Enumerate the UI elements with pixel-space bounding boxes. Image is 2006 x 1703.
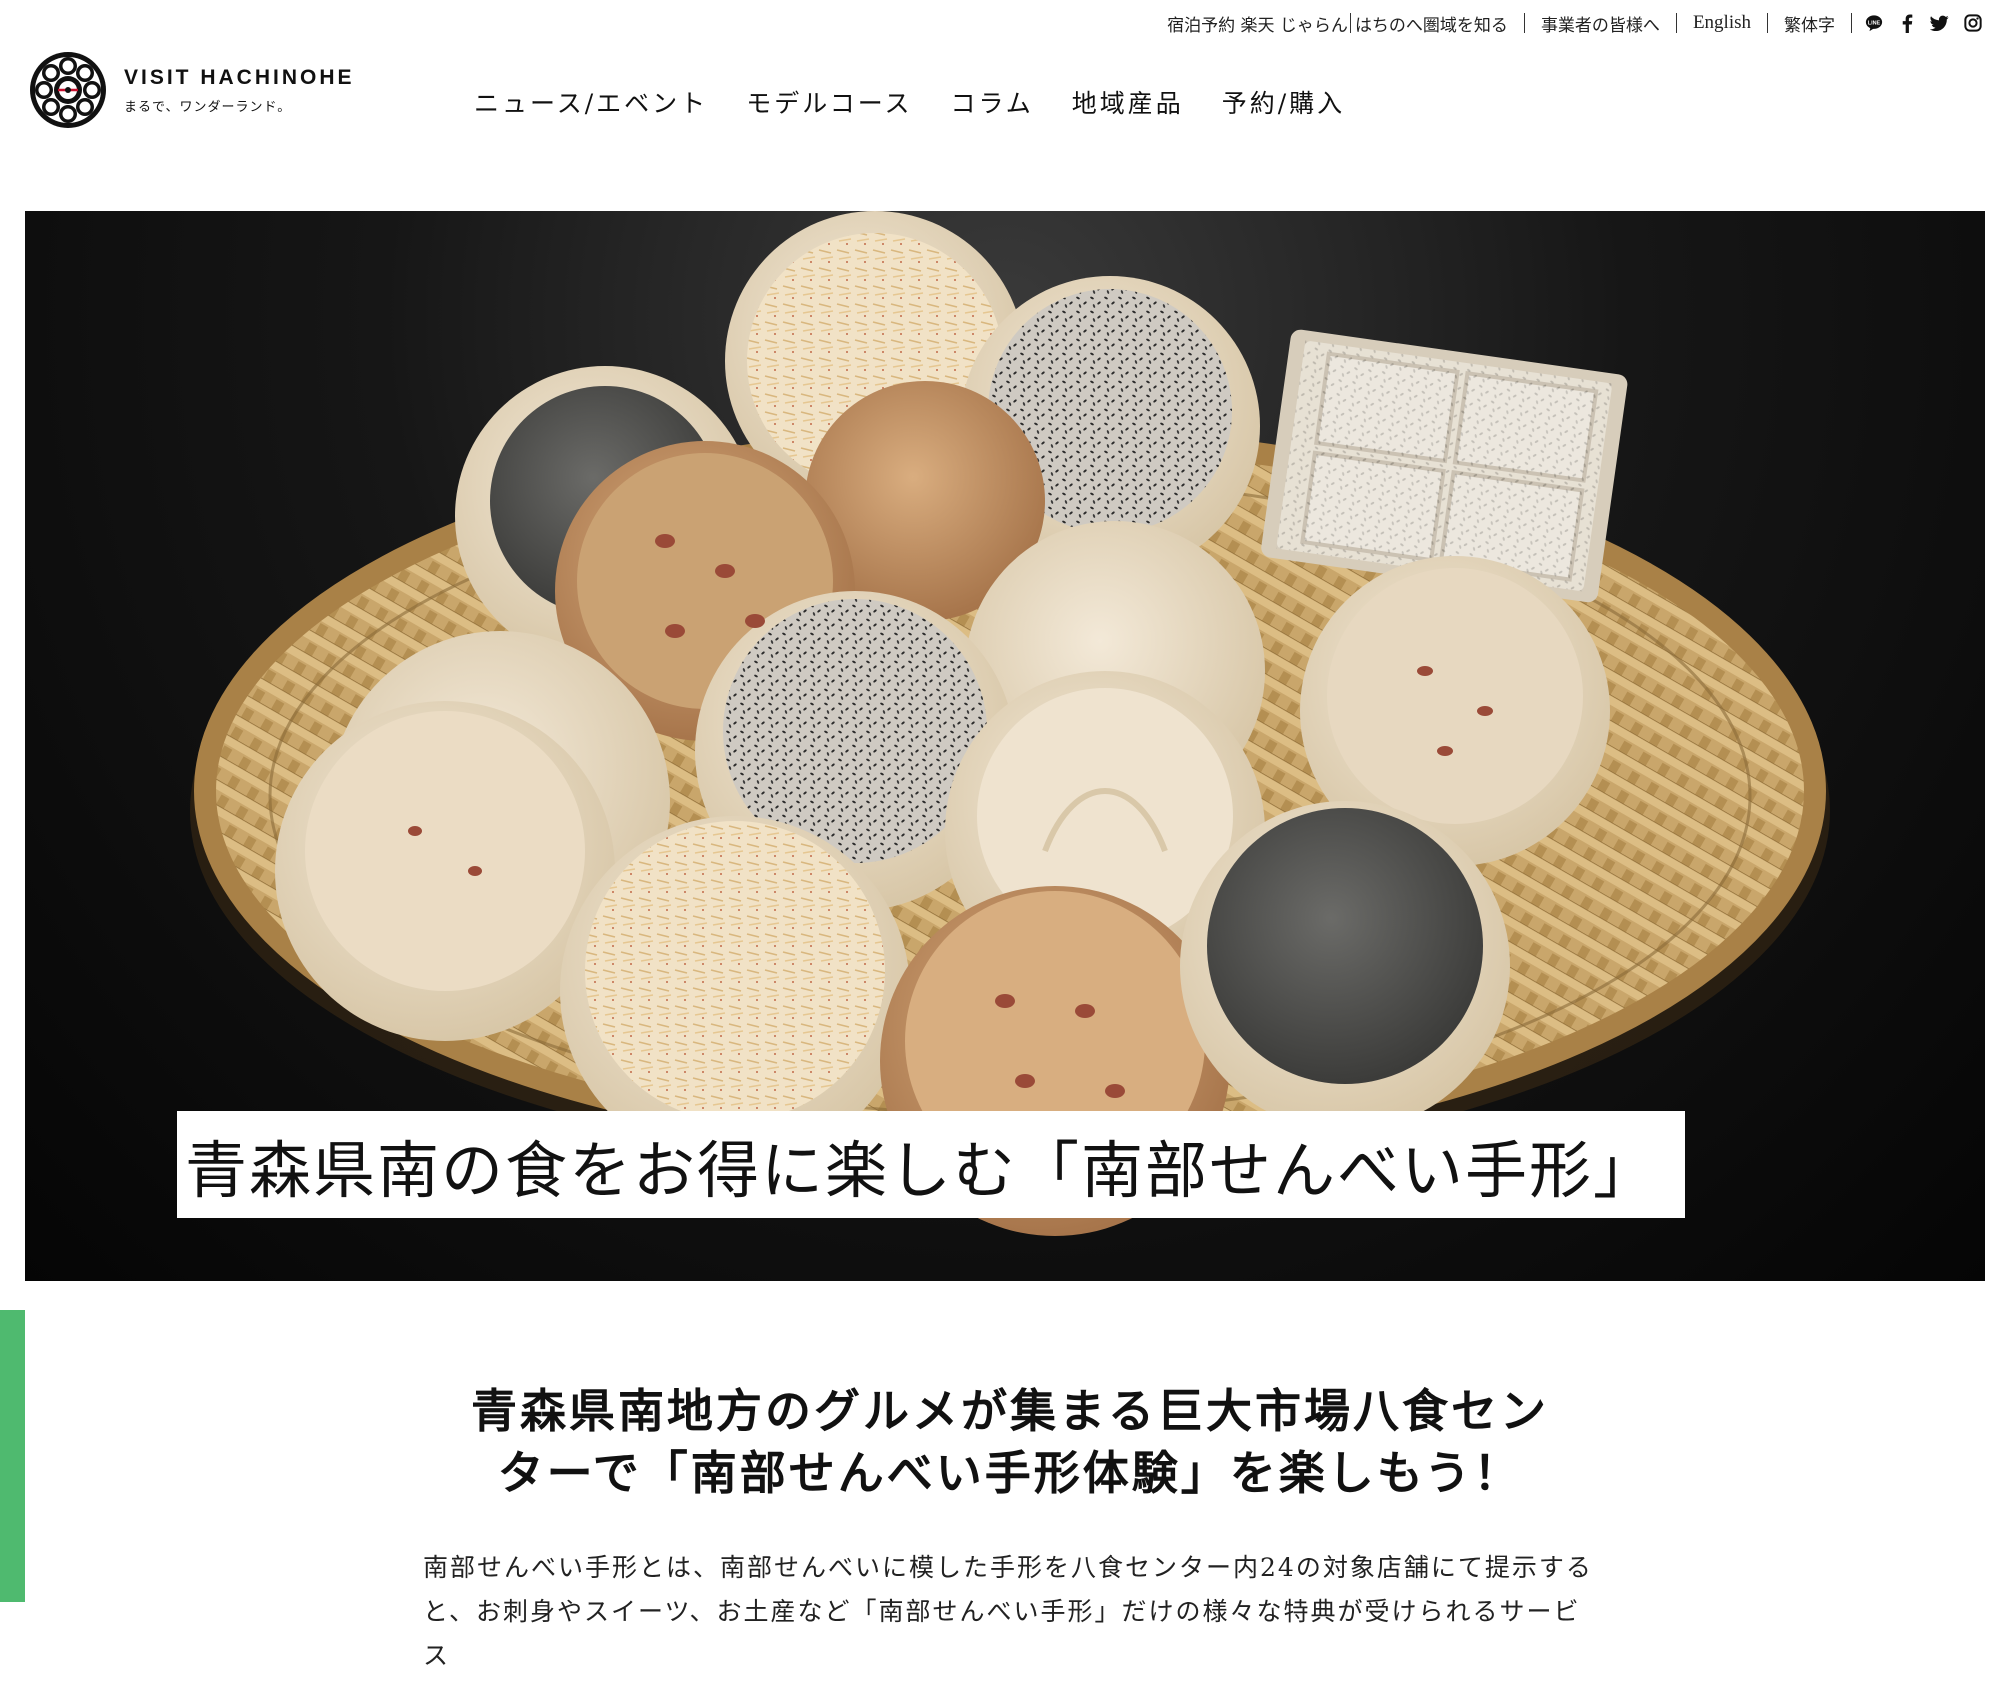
article-body: 南部せんべい手形とは、南部せんべいに模した手形を八食センター内24の対象店舗にて…	[410, 1546, 1610, 1678]
hero-caption: 青森県南の食をお得に楽しむ「南部せんべい手形」	[177, 1111, 1686, 1218]
brand-title: Visit Hachinohe	[124, 65, 355, 89]
utility-bar: 宿泊予約 楽天 じゃらん はちのへ圏域を知る 事業者の皆様へ English 繁…	[1167, 10, 1982, 36]
svg-text:LINE: LINE	[1867, 20, 1880, 26]
article-heading: 青森県南地方のグルメが集まる巨大市場八食セン ターで「南部せんべい手形体験」を楽…	[410, 1380, 1610, 1504]
site-logo[interactable]: Visit Hachinohe まるで、ワンダーランド。	[28, 50, 355, 130]
utility-link-traditional-chinese[interactable]: 繁体字	[1784, 11, 1835, 36]
nav-item-model-course[interactable]: モデルコース	[746, 84, 912, 120]
article-heading-line: ターで「南部せんべい手形体験」を楽しもう！	[497, 1446, 1523, 1500]
hero-image: 青森県南の食をお得に楽しむ「南部せんべい手形」	[25, 211, 1985, 1281]
main-nav: ニュース/エベント モデルコース コラム 地域産品 予約/購入	[474, 84, 1345, 120]
nav-item-column[interactable]: コラム	[950, 84, 1033, 120]
separator	[1523, 13, 1525, 33]
logo-text: Visit Hachinohe まるで、ワンダーランド。	[124, 66, 355, 115]
accent-bar	[0, 1310, 25, 1602]
logo-mark-icon	[30, 52, 106, 128]
article-body-line: 南部せんべい手形とは、南部せんべいに模した手形を八食センター内24の対象店舗にて…	[423, 1553, 1593, 1582]
separator	[1675, 13, 1677, 33]
utility-link-booking[interactable]: 宿泊予約 楽天 じゃらん	[1167, 11, 1348, 36]
nav-item-local-products[interactable]: 地域産品	[1072, 84, 1184, 120]
brand-tagline: まるで、ワンダーランド。	[124, 99, 292, 115]
separator	[1349, 13, 1351, 33]
separator	[1767, 13, 1768, 33]
utility-link-business[interactable]: 事業者の皆様へ	[1541, 11, 1660, 36]
line-icon[interactable]: LINE	[1864, 14, 1883, 33]
facebook-icon[interactable]	[1897, 13, 1916, 33]
instagram-icon[interactable]	[1963, 14, 1982, 33]
article-body-line: と、お刺身やスイーツ、お土産など「南部せんべい手形」だけの様々な特典が受けられる…	[423, 1597, 1581, 1670]
utility-link-english[interactable]: English	[1693, 12, 1751, 34]
twitter-icon[interactable]	[1930, 14, 1949, 33]
nav-item-reservation[interactable]: 予約/購入	[1222, 84, 1345, 120]
separator	[1851, 13, 1852, 33]
utility-link-area[interactable]: はちのへ圏域を知る	[1355, 11, 1508, 36]
article-heading-line: 青森県南地方のグルメが集まる巨大市場八食セン	[471, 1384, 1549, 1438]
social-links: LINE	[1864, 13, 1982, 33]
article: 青森県南地方のグルメが集まる巨大市場八食セン ターで「南部せんべい手形体験」を楽…	[410, 1380, 1610, 1703]
nav-item-news-events[interactable]: ニュース/エベント	[474, 84, 708, 120]
